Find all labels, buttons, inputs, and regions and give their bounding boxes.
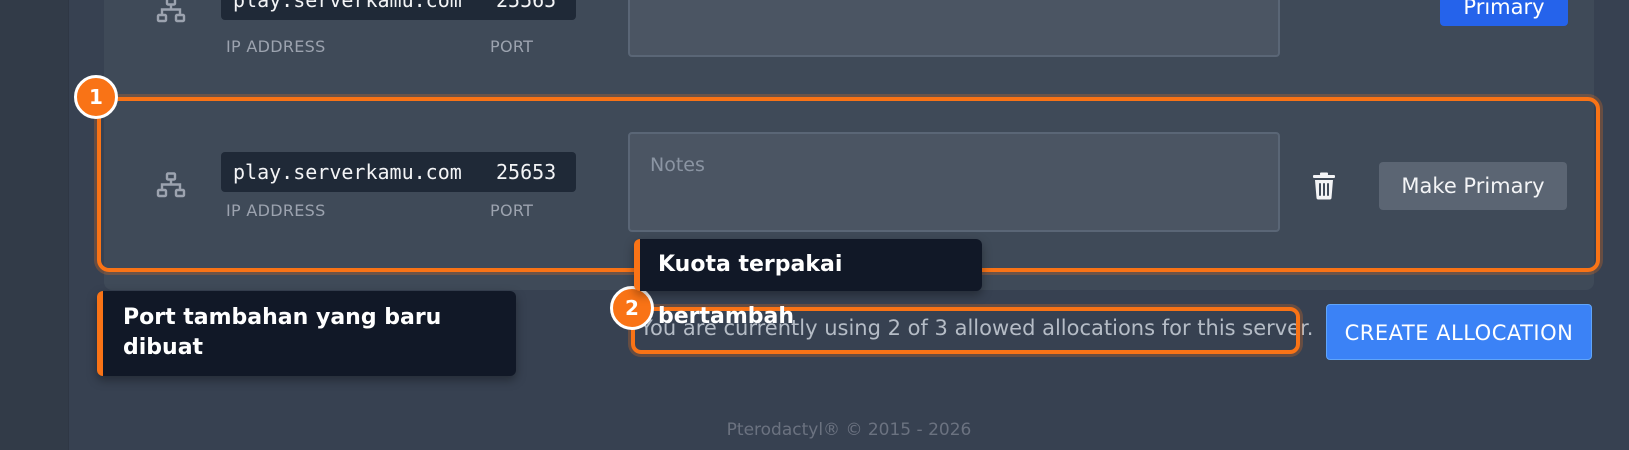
footer-copyright: Pterodactyl® © 2015 - 2026	[726, 420, 972, 440]
step-badge-2: 2	[610, 286, 654, 330]
port-label: PORT	[490, 37, 534, 56]
ip-address-label: IP ADDRESS	[226, 37, 326, 56]
notes-input[interactable]	[628, 0, 1280, 57]
side-panel	[0, 0, 69, 450]
primary-button[interactable]: Primary	[1440, 0, 1568, 26]
port-value: 25565	[486, 0, 576, 20]
callout-new-port: Port tambahan yang baru dibuat	[97, 291, 516, 376]
callout-quota: Kuota terpakai bertambah	[634, 239, 982, 329]
step-badge-1: 1	[74, 75, 118, 119]
create-allocation-button[interactable]: CREATE ALLOCATION	[1326, 304, 1592, 360]
network-icon	[156, 0, 186, 23]
allocation-row-primary: play.serverkamu.com 25565 IP ADDRESS POR…	[104, 0, 1594, 65]
ip-address-value: play.serverkamu.com	[221, 0, 486, 20]
